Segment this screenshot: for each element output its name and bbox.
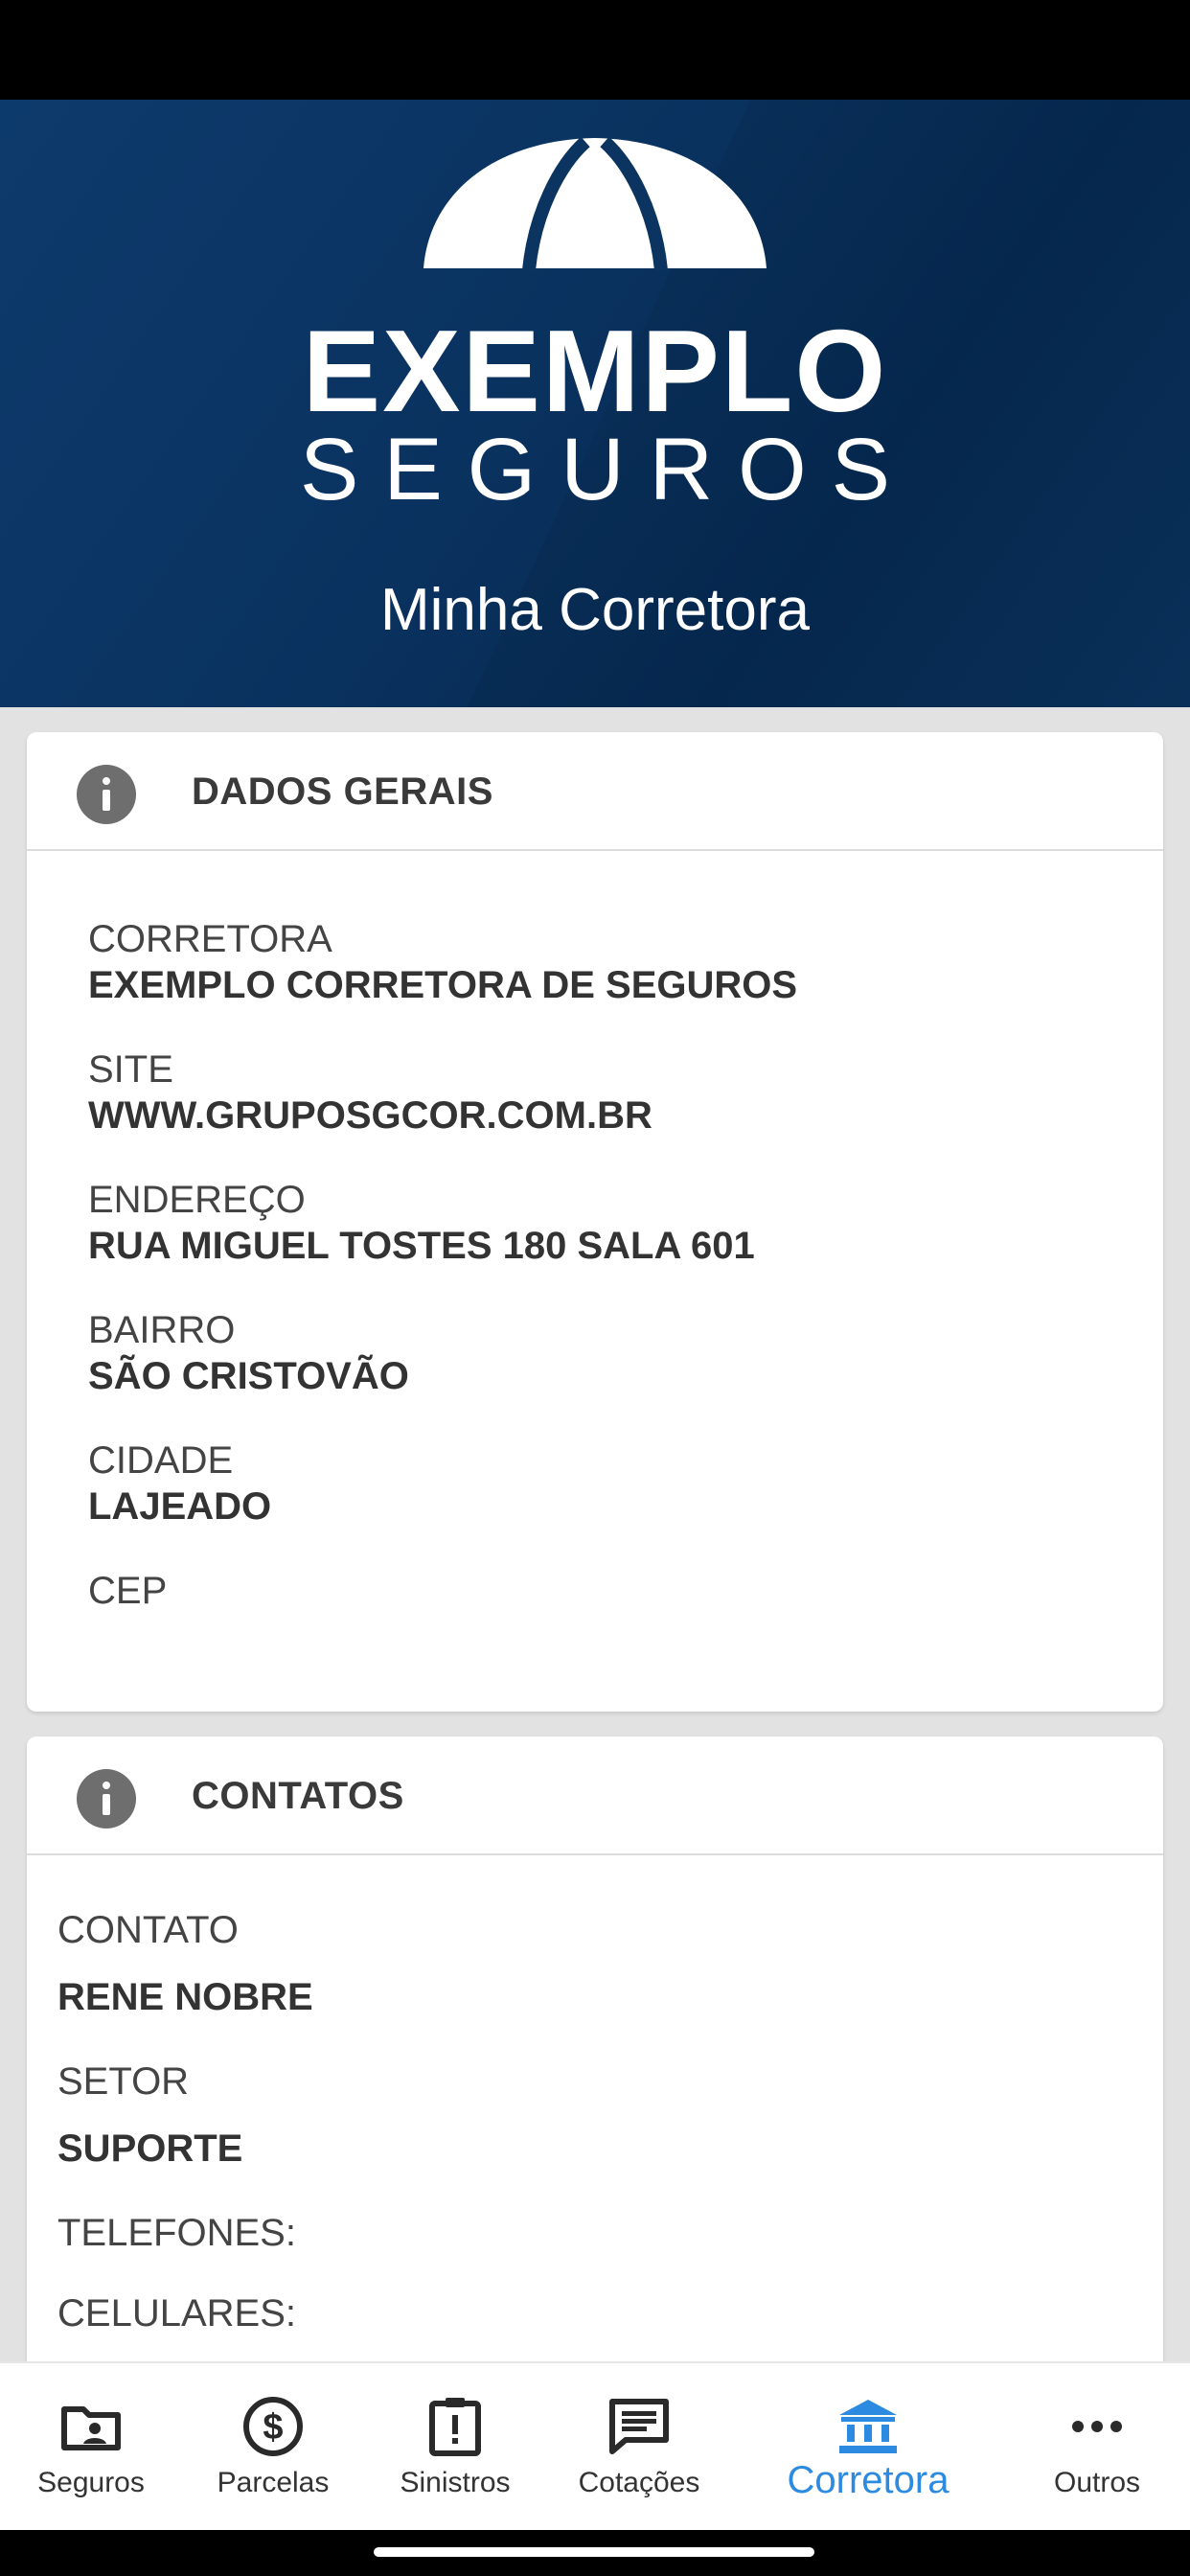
- nav-label: Corretora: [787, 2459, 950, 2501]
- nav-label: Outros: [1053, 2467, 1141, 2498]
- corretora-label: CORRETORA: [88, 918, 332, 960]
- celulares-label: CELULARES:: [57, 2292, 296, 2334]
- nav-label: Sinistros: [400, 2467, 511, 2498]
- nav-sinistros[interactable]: Sinistros: [364, 2363, 546, 2532]
- dollar-circle-icon: $: [243, 2397, 303, 2456]
- cidade-value: LAJEADO: [88, 1485, 272, 1528]
- contatos-title: CONTATOS: [192, 1775, 404, 1817]
- bottom-nav: Seguros $ Parcelas Sinistros Cotações Co…: [0, 2361, 1190, 2530]
- dados-gerais-header: DADOS GERAIS: [27, 732, 1163, 851]
- cep-label: CEP: [88, 1570, 168, 1612]
- status-bar: [0, 0, 1190, 100]
- info-icon: [77, 765, 136, 824]
- nav-outros[interactable]: Outros: [1004, 2363, 1190, 2532]
- endereco-label: ENDEREÇO: [88, 1179, 306, 1221]
- nav-label: Cotações: [578, 2467, 700, 2498]
- bank-icon: [839, 2400, 897, 2453]
- folder-user-icon: [61, 2406, 121, 2450]
- more-dots-icon: [1072, 2421, 1122, 2432]
- nav-label: Parcelas: [217, 2467, 330, 2498]
- contatos-header: CONTATOS: [27, 1736, 1163, 1855]
- dados-gerais-title: DADOS GERAIS: [192, 770, 493, 813]
- umbrella-logo-icon: [423, 136, 767, 270]
- nav-label: Seguros: [37, 2467, 145, 2498]
- corretora-value: EXEMPLO CORRETORA DE SEGUROS: [88, 964, 798, 1006]
- svg-text:$: $: [263, 2407, 283, 2448]
- setor-label: SETOR: [57, 2060, 190, 2103]
- endereco-value: RUA MIGUEL TOSTES 180 SALA 601: [88, 1225, 755, 1267]
- setor-value: SUPORTE: [57, 2128, 243, 2170]
- logo-text-seguros: SEGUROS: [299, 421, 916, 518]
- telefones-label: TELEFONES:: [57, 2212, 296, 2254]
- message-icon: [609, 2399, 669, 2454]
- contato-value: RENE NOBRE: [57, 1976, 313, 2018]
- nav-cotacoes[interactable]: Cotações: [546, 2363, 732, 2532]
- bairro-value: SÃO CRISTOVÃO: [88, 1355, 409, 1397]
- contato-label: CONTATO: [57, 1909, 239, 1951]
- info-icon: [77, 1769, 136, 1828]
- nav-parcelas[interactable]: $ Parcelas: [182, 2363, 364, 2532]
- bairro-label: BAIRRO: [88, 1309, 236, 1351]
- contatos-card: CONTATOS CONTATO RENE NOBRE SETOR SUPORT…: [27, 1736, 1163, 2407]
- cidade-label: CIDADE: [88, 1439, 234, 1482]
- nav-corretora[interactable]: Corretora: [732, 2363, 1004, 2532]
- site-value[interactable]: WWW.GRUPOSGCOR.COM.BR: [88, 1096, 652, 1135]
- site-label: SITE: [88, 1048, 173, 1091]
- home-indicator[interactable]: [374, 2547, 814, 2557]
- nav-seguros[interactable]: Seguros: [0, 2363, 182, 2532]
- page-title: Minha Corretora: [380, 577, 810, 643]
- clipboard-alert-icon: [429, 2398, 481, 2456]
- logo-text-exemplo: EXEMPLO: [302, 306, 888, 436]
- dados-gerais-card: DADOS GERAIS CORRETORA EXEMPLO CORRETORA…: [27, 732, 1163, 1712]
